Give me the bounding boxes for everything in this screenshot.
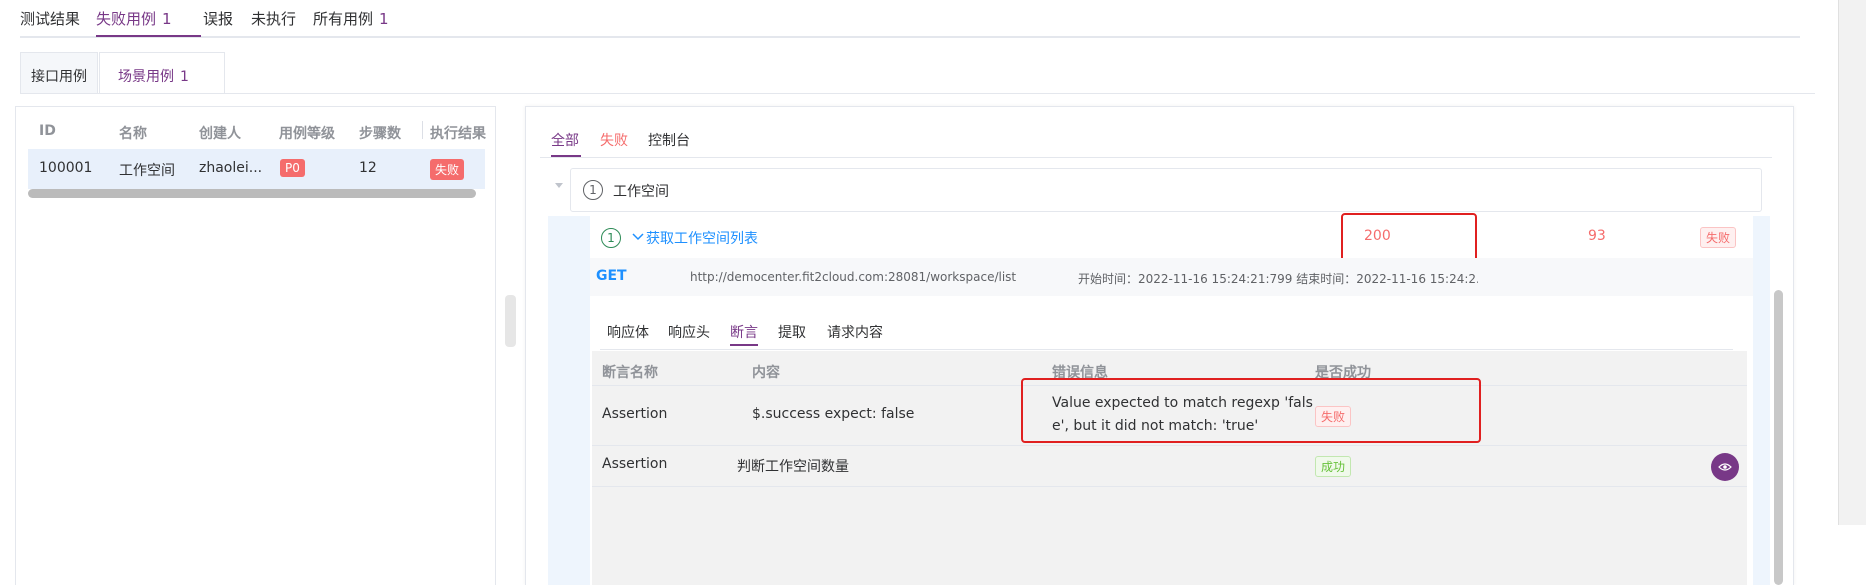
tab-false-positive[interactable]: 误报 bbox=[203, 8, 233, 29]
tab-api-cases[interactable]: 接口用例 bbox=[20, 52, 98, 93]
col-header-name: 名称 bbox=[119, 126, 147, 142]
table-row[interactable]: 100001 工作空间 zhaolei... P0 12 失败 bbox=[28, 149, 485, 189]
cell-id: 100001 bbox=[39, 160, 93, 176]
assert-name: Assertion bbox=[602, 406, 668, 422]
tab-failed-cases[interactable]: 失败用例 1 bbox=[96, 8, 172, 29]
chevron-down-icon[interactable] bbox=[632, 233, 644, 241]
tab-console[interactable]: 控制台 bbox=[648, 130, 690, 150]
result-tab-divider bbox=[540, 157, 1772, 158]
active-inner-tab-indicator bbox=[730, 344, 758, 346]
col-header-id: ID bbox=[39, 123, 56, 139]
panel-resize-handle[interactable] bbox=[505, 295, 516, 347]
request-url: http://democenter.fit2cloud.com:28081/wo… bbox=[690, 270, 1017, 284]
scenario-index: 1 bbox=[583, 180, 603, 200]
cell-creator: zhaolei... bbox=[199, 160, 263, 176]
row-divider bbox=[592, 486, 1747, 487]
page-scrollbar-track[interactable] bbox=[1838, 0, 1866, 525]
cell-steps: 12 bbox=[359, 160, 377, 176]
tab-request-content[interactable]: 请求内容 bbox=[827, 322, 883, 342]
vertical-scrollbar[interactable] bbox=[1774, 290, 1783, 585]
top-tabs: 测试结果 失败用例 1 误报 未执行 所有用例 1 bbox=[20, 0, 1800, 38]
tab-not-executed[interactable]: 未执行 bbox=[251, 8, 296, 29]
scenario-name: 工作空间 bbox=[613, 184, 669, 200]
tab-all[interactable]: 全部 bbox=[551, 130, 579, 150]
highlight-error-message bbox=[1021, 378, 1481, 443]
col-header-result: 执行结果 bbox=[430, 126, 486, 142]
tab-failed[interactable]: 失败 bbox=[600, 130, 628, 150]
assert-name: Assertion bbox=[602, 456, 668, 472]
tab-all-cases[interactable]: 所有用例 1 bbox=[313, 8, 389, 29]
row-divider bbox=[592, 445, 1747, 446]
cell-name: 工作空间 bbox=[119, 163, 175, 179]
tab-response-body[interactable]: 响应体 bbox=[607, 322, 649, 342]
active-tab-indicator bbox=[96, 35, 201, 37]
step-header[interactable]: 1 获取工作空间列表 200 93 失败 bbox=[590, 216, 1753, 258]
result-badge: 失败 bbox=[430, 159, 465, 180]
tab-response-headers[interactable]: 响应头 bbox=[668, 322, 710, 342]
col-header-level: 用例等级 bbox=[279, 126, 335, 142]
level-badge: P0 bbox=[280, 159, 305, 177]
step-title[interactable]: 获取工作空间列表 bbox=[646, 228, 758, 248]
subtab-divider bbox=[20, 93, 1815, 94]
eye-icon bbox=[1718, 463, 1732, 471]
col-header-creator: 创建人 bbox=[199, 126, 241, 142]
response-time: 93 bbox=[1588, 228, 1606, 244]
column-divider bbox=[422, 121, 423, 139]
step-result-badge: 失败 bbox=[1700, 227, 1737, 248]
assert-result-badge: 成功 bbox=[1315, 456, 1352, 477]
tab-extract[interactable]: 提取 bbox=[778, 322, 806, 342]
inner-tab-divider bbox=[600, 349, 1733, 350]
horizontal-scrollbar[interactable] bbox=[28, 189, 476, 198]
tab-assertions[interactable]: 断言 bbox=[730, 322, 758, 342]
http-method: GET bbox=[596, 268, 627, 284]
col-header-assert-content: 内容 bbox=[752, 365, 780, 381]
case-list-panel: ID 名称 创建人 用例等级 步骤数 执行结果 100001 工作空间 zhao… bbox=[15, 106, 496, 585]
view-detail-button[interactable] bbox=[1711, 453, 1739, 481]
step-request-info: GET http://democenter.fit2cloud.com:2808… bbox=[590, 258, 1753, 296]
tab-test-results[interactable]: 测试结果 bbox=[20, 8, 80, 29]
step-index: 1 bbox=[601, 228, 621, 248]
assert-content: $.success expect: false bbox=[752, 406, 915, 422]
timing-info: 开始时间：2022-11-16 15:24:21:799 结束时间：2022-1… bbox=[1078, 272, 1478, 286]
col-header-steps: 步骤数 bbox=[359, 126, 401, 142]
assert-content: 判断工作空间数量 bbox=[737, 459, 849, 475]
tab-scenario-cases[interactable]: 场景用例 1 bbox=[99, 52, 225, 93]
col-header-assert-name: 断言名称 bbox=[602, 365, 658, 381]
scenario-node[interactable]: 1 工作空间 bbox=[570, 168, 1762, 212]
caret-down-icon[interactable] bbox=[555, 183, 563, 188]
